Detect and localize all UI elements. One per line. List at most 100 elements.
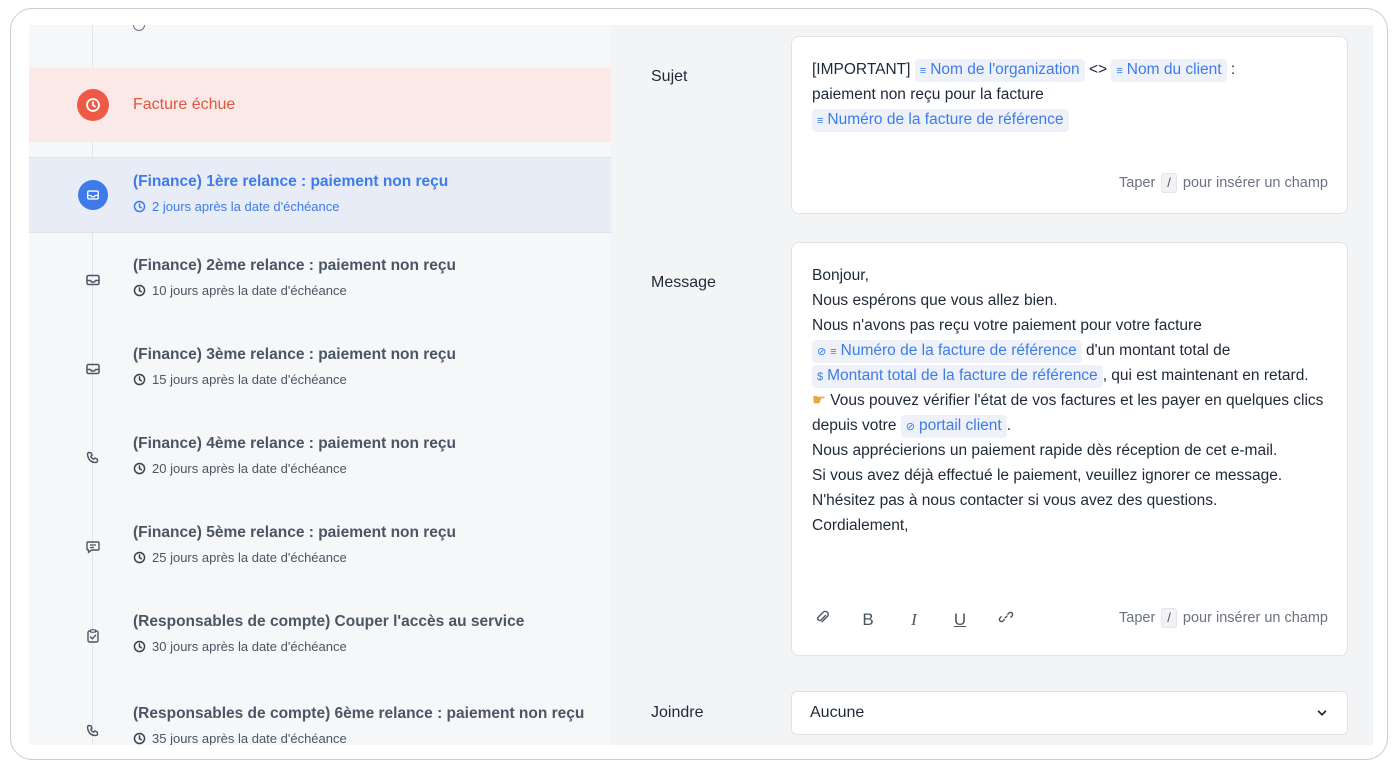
chevron-down-icon: [1315, 706, 1329, 725]
step-icon-wrap: [77, 442, 109, 474]
step-3[interactable]: (Finance) 3ème relance : paiement non re…: [29, 337, 611, 411]
message-line: Vous pouvez vérifier l'état de vos factu…: [812, 392, 1324, 434]
step-title: (Finance) 3ème relance : paiement non re…: [133, 346, 457, 363]
step-delay-text: 20 jours après la date d'échéance: [152, 461, 347, 476]
variable-chip-label: portail client: [918, 417, 1002, 434]
step-delay: 2 jours après la date d'échéance: [133, 199, 340, 214]
attach-select[interactable]: Aucune: [791, 691, 1348, 735]
mail-icon: [86, 274, 100, 286]
step-icon-wrap: [77, 264, 109, 296]
reminder-timeline: Facture échue (Finance) 1ère relance : p…: [29, 25, 612, 745]
variable-chip-label: Numéro de la facture de référence: [827, 111, 1064, 128]
variable-chip-label: Nom du client: [1126, 61, 1222, 78]
step-icon-wrap: [77, 353, 109, 385]
step-icon-wrap: [77, 531, 109, 563]
subject-text: paiement non reçu pour la facture: [812, 86, 1044, 103]
variable-chip-label: Nom de l'organization: [930, 61, 1080, 78]
attach-label: Joindre: [651, 704, 704, 721]
step-5[interactable]: (Finance) 5ème relance : paiement non re…: [29, 515, 611, 589]
italic-button[interactable]: I: [904, 610, 924, 630]
message-line: d'un montant total de: [1086, 342, 1231, 359]
clock-icon: [133, 284, 146, 297]
format-toolbar: B I U: [812, 609, 1016, 630]
attachment-icon[interactable]: [812, 609, 832, 630]
message-line: Nous n'avons pas reçu votre paiement pou…: [812, 317, 1202, 334]
clock-icon: [133, 462, 146, 475]
variable-chip[interactable]: $ Montant total de la facture de référenc…: [812, 365, 1103, 388]
step-delay-text: 10 jours après la date d'échéance: [152, 283, 347, 298]
step-delay-text: 35 jours après la date d'échéance: [152, 731, 347, 745]
message-line: .: [1006, 417, 1012, 434]
underline-button[interactable]: U: [950, 610, 970, 630]
message-content[interactable]: Bonjour, Nous espérons que vous allez bi…: [812, 263, 1329, 538]
step-delay-text: 25 jours après la date d'échéance: [152, 550, 347, 565]
subject-content[interactable]: [IMPORTANT] ≡ Nom de l'organization <> ≡ N…: [812, 57, 1329, 132]
chat-icon: [86, 541, 100, 554]
clock-icon: [133, 200, 146, 213]
variable-chip-label: Numéro de la facture de référence: [840, 342, 1077, 359]
subject-label: Sujet: [651, 68, 688, 85]
variable-chip[interactable]: ≡ Nom de l'organization: [914, 59, 1085, 82]
step-icon-wrap: [77, 715, 109, 745]
hint-prefix: Taper: [1119, 175, 1156, 191]
step-title: (Finance) 1ère relance : paiement non re…: [133, 173, 449, 190]
slash-key: /: [1161, 608, 1177, 628]
insert-field-hint: Taper / pour insérer un champ: [1119, 173, 1328, 193]
message-label: Message: [651, 274, 716, 291]
message-line: N'hésitez pas à nous contacter si vous a…: [812, 492, 1218, 509]
clock-icon: [133, 25, 145, 31]
clock-icon: [77, 89, 109, 121]
email-editor: Sujet [IMPORTANT] ≡ Nom de l'organization…: [611, 25, 1373, 745]
clock-icon: [133, 640, 146, 653]
variable-chip[interactable]: ≡ Numéro de la facture de référence: [812, 109, 1069, 132]
step-1[interactable]: (Finance) 1ère relance : paiement non re…: [29, 157, 611, 233]
link-icon: ⊘: [817, 346, 827, 358]
link-icon[interactable]: [996, 609, 1016, 630]
subject-editor[interactable]: [IMPORTANT] ≡ Nom de l'organization <> ≡ N…: [791, 36, 1348, 214]
step-7[interactable]: (Responsables de compte) 6ème relance : …: [29, 693, 611, 745]
clock-icon: [133, 373, 146, 386]
phone-icon: [86, 451, 99, 464]
variable-icon: ≡: [919, 65, 927, 77]
step-delay-text: 2 jours après la date d'échéance: [152, 199, 340, 214]
hint-suffix: pour insérer un champ: [1182, 610, 1328, 626]
step-title: (Finance) 5ème relance : paiement non re…: [133, 524, 457, 541]
step-delay: 10 jours après la date d'échéance: [133, 283, 347, 298]
step-title: (Finance) 2ème relance : paiement non re…: [133, 257, 457, 274]
subject-text: :: [1230, 61, 1236, 78]
step-delay: 30 jours après la date d'échéance: [133, 639, 347, 654]
mail-icon: [78, 180, 108, 210]
message-editor[interactable]: Bonjour, Nous espérons que vous allez bi…: [791, 242, 1348, 656]
workflow-editor: Facture échue (Finance) 1ère relance : p…: [29, 25, 1373, 745]
message-line: Nous apprécierions un paiement rapide dè…: [812, 442, 1278, 459]
hint-prefix: Taper: [1119, 610, 1156, 626]
step-delay: 25 jours après la date d'échéance: [133, 550, 347, 565]
overdue-invoice-trigger[interactable]: Facture échue: [29, 68, 611, 142]
variable-chip-label: Montant total de la facture de référence: [827, 367, 1098, 384]
step-title: (Responsables de compte) 6ème relance : …: [133, 705, 585, 722]
step-2[interactable]: (Finance) 2ème relance : paiement non re…: [29, 248, 611, 322]
variable-chip[interactable]: ⊘ ≡ Numéro de la facture de référence: [812, 340, 1082, 363]
slash-key: /: [1161, 173, 1177, 193]
message-line: Nous espérons que vous allez bien.: [812, 292, 1058, 309]
clipboard-check-icon: [87, 629, 99, 643]
message-line: Si vous avez déjà effectué le paiement, …: [812, 467, 1283, 484]
overdue-title: Facture échue: [133, 96, 236, 113]
insert-field-hint: Taper / pour insérer un champ: [1119, 608, 1328, 628]
step-delay: 20 jours après la date d'échéance: [133, 461, 347, 476]
step-title: (Responsables de compte) Couper l'accès …: [133, 613, 525, 630]
message-line: , qui est maintenant en retard.: [1102, 367, 1309, 384]
step-delay-text: 15 jours après la date d'échéance: [152, 372, 347, 387]
variable-chip[interactable]: ⊘ portail client: [900, 415, 1007, 438]
step-delay-text: 30 jours après la date d'échéance: [152, 639, 347, 654]
step-4[interactable]: (Finance) 4ème relance : paiement non re…: [29, 426, 611, 500]
step-icon-wrap: [77, 179, 109, 211]
link-icon: ⊘: [905, 421, 915, 433]
mail-icon: [86, 363, 100, 375]
step-6[interactable]: (Responsables de compte) Couper l'accès …: [29, 604, 611, 678]
bold-button[interactable]: B: [858, 610, 878, 630]
message-line: Cordialement,: [812, 517, 909, 534]
variable-chip[interactable]: ≡ Nom du client: [1111, 59, 1227, 82]
overdue-icon-wrap: [77, 89, 109, 121]
step-title: (Finance) 4ème relance : paiement non re…: [133, 435, 457, 452]
